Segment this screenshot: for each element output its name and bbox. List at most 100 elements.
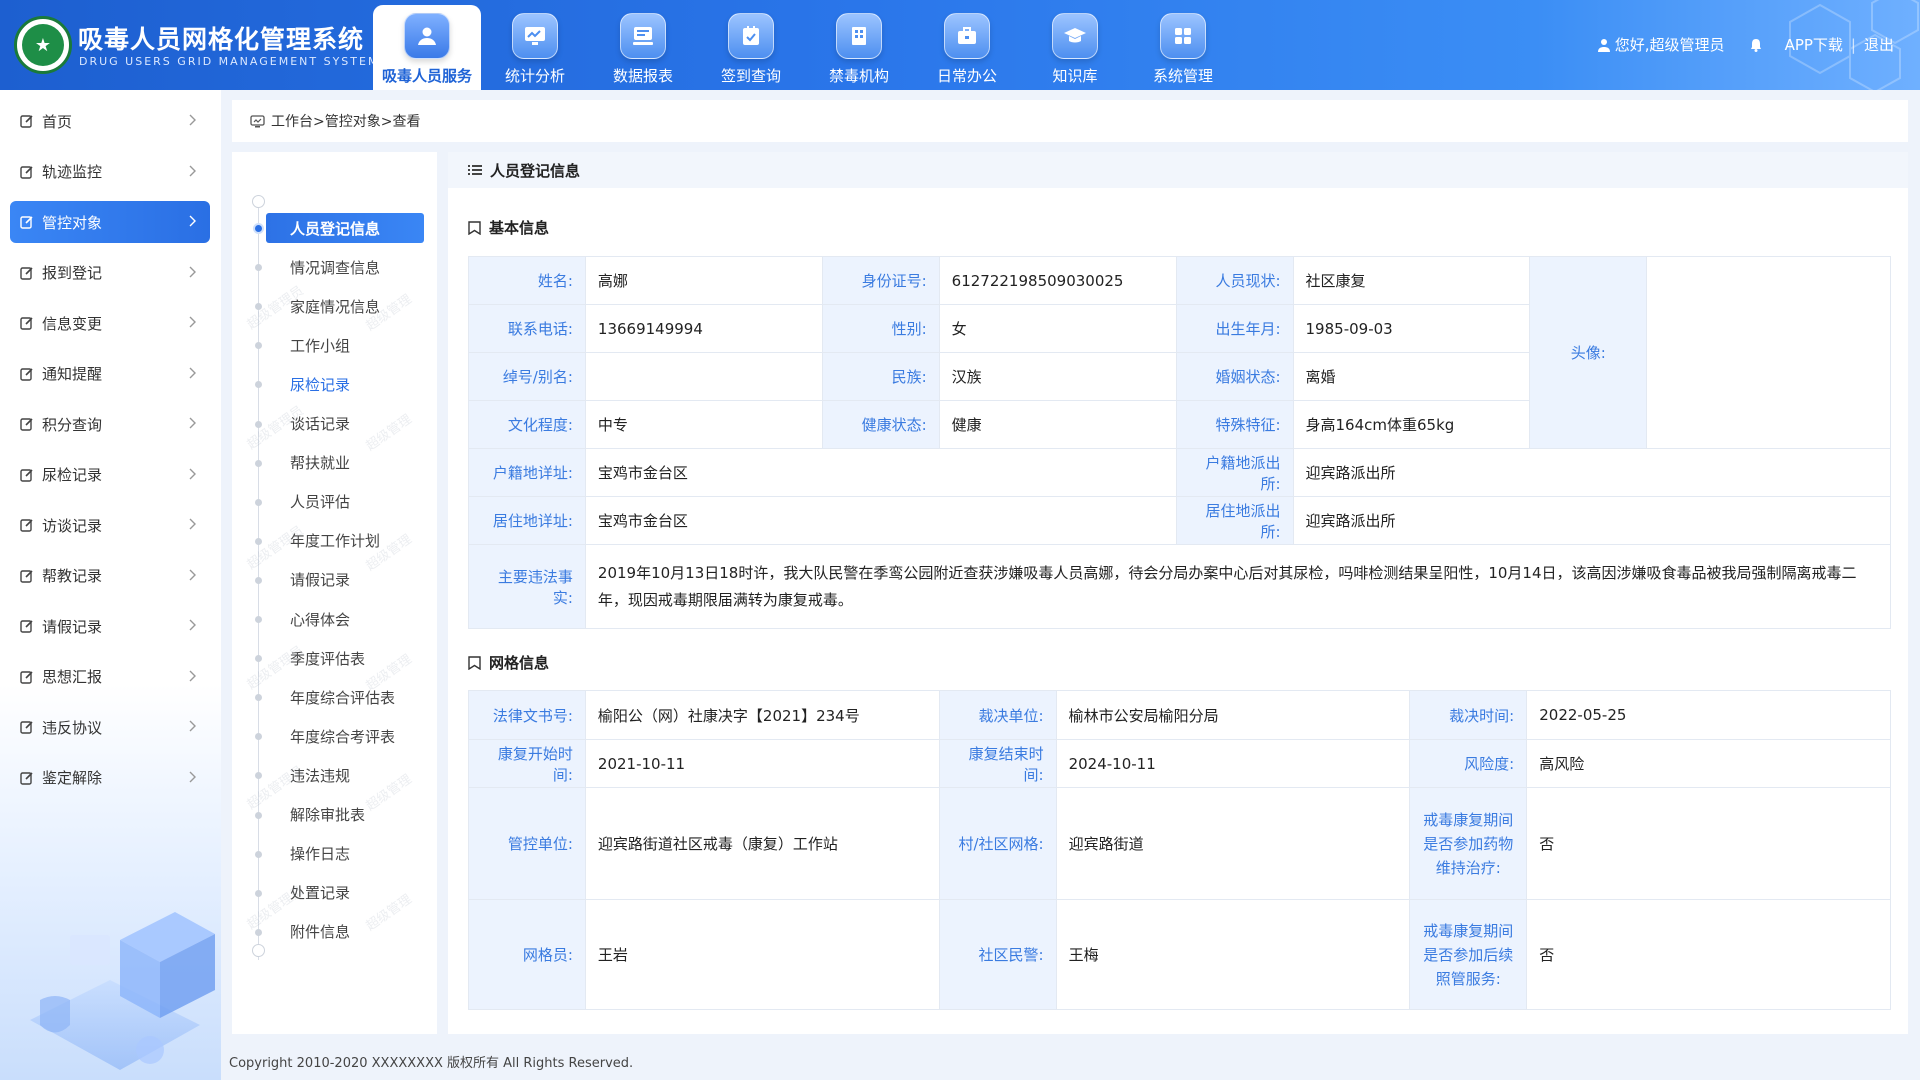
subnav-item[interactable]: 违法违规 [232, 760, 437, 790]
subnav-item[interactable]: 家庭情况信息 [232, 291, 437, 321]
subnav-item[interactable]: 心得体会 [232, 604, 437, 634]
hukou-police-label: 户籍地派出所: [1175, 448, 1294, 497]
timeline-dot [255, 655, 262, 663]
subnav-item[interactable]: 帮扶就业 [232, 448, 437, 478]
timeline-dot [255, 342, 262, 350]
sidebar-item[interactable]: 违反协议 [10, 706, 210, 748]
drug-maintenance-label: 戒毒康复期间是否参加药物维持治疗: [1409, 787, 1528, 900]
breadcrumb-text[interactable]: 工作台>管控对象>查看 [271, 111, 420, 131]
control-unit-value: 迎宾路街道社区戒毒（康复）工作站 [584, 787, 940, 900]
sidebar-item[interactable]: 报到登记 [10, 252, 210, 294]
sidebar-item[interactable]: 信息变更 [10, 302, 210, 344]
sidebar-item[interactable]: 鉴定解除 [10, 757, 210, 799]
timeline-dot [253, 223, 264, 234]
subnav-item[interactable]: 附件信息 [232, 917, 437, 947]
bell-icon[interactable] [1749, 38, 1763, 52]
subnav-item[interactable]: 人员登记信息 [232, 213, 437, 243]
sidebar-item[interactable]: 思想汇报 [10, 656, 210, 698]
separator: | [1850, 35, 1856, 54]
police-badge-logo[interactable]: ★ [14, 16, 72, 74]
sidebar-item[interactable]: 积分查询 [10, 403, 210, 445]
hukou-address-label: 户籍地详址: [468, 448, 586, 497]
topnav-checkin-query[interactable]: 签到查询 [697, 5, 805, 90]
sidebar-item[interactable]: 首页 [10, 100, 210, 142]
topnav-label: 统计分析 [504, 67, 565, 85]
sidebar-item-label: 违反协议 [42, 718, 103, 737]
sidebar-item[interactable]: 访谈记录 [10, 504, 210, 546]
timeline-dot [255, 928, 262, 936]
edit-icon [20, 721, 33, 734]
topnav-drug-user-service[interactable]: 吸毒人员服务 [373, 5, 481, 90]
avatar-photo[interactable] [1646, 256, 1891, 449]
list-icon [468, 165, 482, 175]
chevron-right-icon [189, 266, 196, 277]
timeline-dot [255, 616, 262, 623]
aftercare-value: 否 [1526, 899, 1891, 1010]
user-greeting[interactable]: 您好,超级管理员 [1615, 34, 1725, 55]
subnav-item-label: 情况调查信息 [290, 258, 381, 277]
subnav-item-label: 年度工作计划 [290, 532, 381, 551]
topnav-anti-drug-agency[interactable]: 禁毒机构 [805, 5, 913, 90]
feature-value: 身高164cm体重65kg [1292, 400, 1531, 449]
sidebar-item[interactable]: 通知提醒 [10, 353, 210, 395]
subnav-item[interactable]: 年度综合评估表 [232, 682, 437, 712]
subnav-item[interactable]: 工作小组 [232, 330, 437, 360]
edit-icon [20, 317, 33, 330]
subnav-item-label: 工作小组 [290, 336, 351, 355]
education-value: 中专 [584, 400, 823, 449]
name-value: 高娜 [584, 256, 823, 305]
table-row: 居住地详址: 宝鸡市金台区 居住地派出所: 迎宾路派出所 [468, 496, 1892, 545]
chevron-right-icon [189, 165, 196, 176]
edit-icon [20, 468, 33, 482]
gender-label: 性别: [821, 304, 940, 353]
sidebar-item[interactable]: 管控对象 [10, 201, 210, 243]
health-label: 健康状态: [821, 400, 940, 449]
subnav-item[interactable]: 年度工作计划 [232, 526, 437, 556]
subnav-item[interactable]: 解除审批表 [232, 800, 437, 830]
timeline-dot [255, 303, 262, 311]
timeline-start-circle [252, 195, 265, 208]
subnav-item[interactable]: 尿检记录 [232, 369, 437, 399]
topnav-daily-office[interactable]: 日常办公 [913, 5, 1021, 90]
ethnic-label: 民族: [821, 352, 940, 401]
sidebar-item-label: 首页 [42, 112, 73, 131]
subnav-item[interactable]: 年度综合考评表 [232, 721, 437, 751]
edit-icon [20, 115, 33, 128]
topnav-label: 知识库 [1052, 67, 1098, 85]
top-nav: 吸毒人员服务 统计分析 数据报表 签到查询 禁毒机构 日常办公 知识库 系统管理 [373, 5, 1237, 90]
sidebar-item[interactable]: 轨迹监控 [10, 151, 210, 193]
avatar-label: 头像: [1529, 256, 1648, 449]
subnav-item[interactable]: 谈话记录 [232, 409, 437, 439]
record-subnav: 人员登记信息情况调查信息家庭情况信息工作小组尿检记录谈话记录帮扶就业人员评估年度… [232, 152, 437, 1034]
table-row: 康复开始时间: 2021-10-11 康复结束时间: 2024-10-11 风险… [468, 739, 1891, 788]
subnav-item[interactable]: 人员评估 [232, 487, 437, 517]
subnav-item[interactable]: 情况调查信息 [232, 252, 437, 282]
topnav-data-report[interactable]: 数据报表 [589, 5, 697, 90]
app-download-link[interactable]: APP下载 [1785, 34, 1843, 55]
sidebar-item[interactable]: 请假记录 [10, 605, 210, 647]
subnav-item-label: 年度综合评估表 [290, 688, 396, 707]
subnav-item-label: 帮扶就业 [290, 454, 351, 473]
health-value: 健康 [938, 400, 1177, 449]
topnav-system-management[interactable]: 系统管理 [1129, 5, 1237, 90]
subnav-item[interactable]: 处置记录 [232, 878, 437, 908]
bookmark-icon [468, 655, 481, 670]
topnav-label: 日常办公 [936, 67, 997, 85]
logout-link[interactable]: 退出 [1864, 34, 1894, 55]
breadcrumb: 工作台>管控对象>查看 [232, 100, 1908, 142]
community-police-label: 社区民警: [938, 899, 1057, 1010]
topnav-label: 吸毒人员服务 [381, 67, 472, 85]
panel-header: 人员登记信息 [448, 152, 1908, 188]
subnav-item[interactable]: 操作日志 [232, 839, 437, 869]
chevron-right-icon [189, 720, 196, 732]
sidebar-item[interactable]: 帮教记录 [10, 555, 210, 597]
timeline-dot [255, 772, 262, 780]
topnav-knowledge-base[interactable]: 知识库 [1021, 5, 1129, 90]
topnav-statistics[interactable]: 统计分析 [481, 5, 589, 90]
grid-info-table: 法律文书号: 榆阳公（网）社康决字【2021】234号 裁决单位: 榆林市公安局… [468, 690, 1891, 1010]
section-title-text: 网格信息 [489, 654, 550, 672]
subnav-item[interactable]: 季度评估表 [232, 643, 437, 673]
timeline-dot [255, 537, 262, 545]
subnav-item[interactable]: 请假记录 [232, 565, 437, 595]
sidebar-item[interactable]: 尿检记录 [10, 454, 210, 496]
